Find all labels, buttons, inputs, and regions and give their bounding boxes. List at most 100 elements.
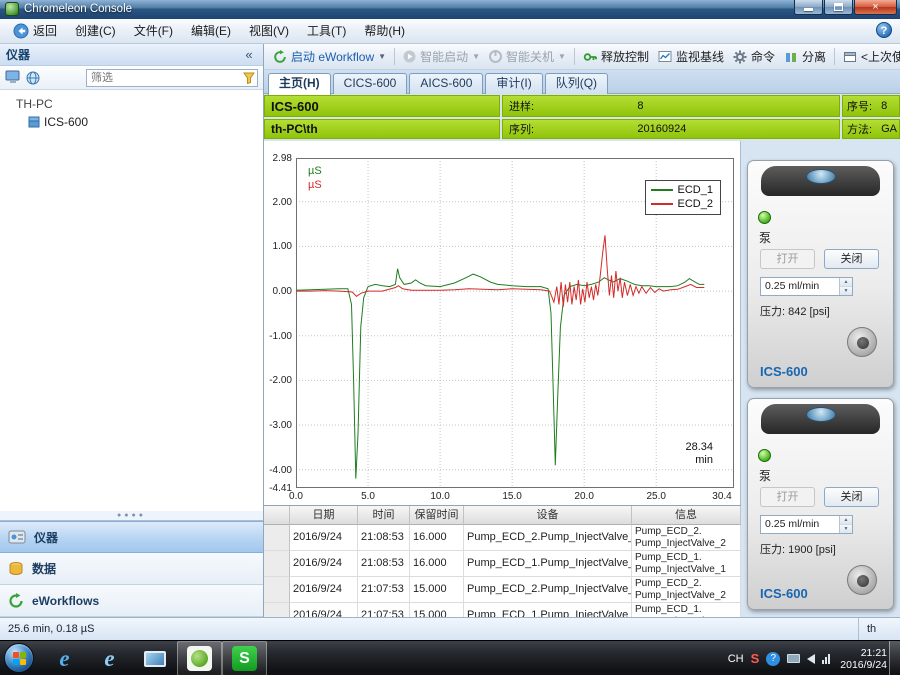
taskbar-s-app-icon[interactable]: S xyxy=(222,641,267,675)
method-cell: 方法: GA xyxy=(842,119,900,139)
column-header[interactable] xyxy=(264,506,290,525)
sidebar-splitter[interactable]: ●●●● xyxy=(0,511,263,520)
device-model-link[interactable]: ICS-600 xyxy=(760,364,808,379)
smart-shutdown-button[interactable]: 智能关机▼ xyxy=(485,46,570,67)
column-header[interactable]: 信息 xyxy=(632,506,741,525)
menu-file[interactable]: 文件(F) xyxy=(125,21,182,42)
column-header[interactable]: 设备 xyxy=(464,506,632,525)
menu-create[interactable]: 创建(C) xyxy=(66,21,125,42)
tab-queue[interactable]: 队列(Q) xyxy=(545,73,608,94)
sidebar-nav: 仪器 数据 eWorkflows xyxy=(0,520,263,617)
taskbar-window-icon[interactable] xyxy=(132,641,177,675)
table-cell: 2016/9/24 xyxy=(290,551,358,577)
tree-node-instrument[interactable]: ICS-600 xyxy=(0,113,263,131)
taskbar-clock[interactable]: 21:21 2016/9/24 xyxy=(840,647,887,671)
column-header[interactable]: 时间 xyxy=(358,506,410,525)
tray-help-icon[interactable]: ? xyxy=(766,652,780,666)
chromatogram-plot[interactable]: ECD_1 ECD_2 xyxy=(296,158,734,488)
taskbar-ie-icon[interactable]: e xyxy=(42,641,87,675)
taskbar-browser-icon[interactable]: e xyxy=(87,641,132,675)
command-button[interactable]: 命令 xyxy=(729,46,779,67)
close-button[interactable]: × xyxy=(854,0,897,15)
globe-icon[interactable] xyxy=(26,71,40,85)
tree-root-label: TH-PC xyxy=(16,97,53,111)
table-row[interactable]: 2016/9/2421:08:5316.000Pump_ECD_1.Pump_I… xyxy=(264,551,741,577)
tray-monitor-icon[interactable] xyxy=(787,654,800,663)
filter-box xyxy=(86,69,258,87)
tray-volume-icon[interactable] xyxy=(807,654,815,664)
maximize-button[interactable] xyxy=(824,0,853,15)
minimize-button[interactable] xyxy=(794,0,823,15)
last-used-button[interactable]: <上次使用>▼ xyxy=(839,46,900,67)
windows-taskbar: e e S CH S ? 21:21 2016/9/24 xyxy=(0,640,900,675)
taskbar-chromeleon-icon[interactable] xyxy=(177,641,222,675)
column-header[interactable]: 日期 xyxy=(290,506,358,525)
show-desktop-button[interactable] xyxy=(889,641,900,675)
y-tick-label: 1.00 xyxy=(264,241,292,252)
menu-tools[interactable]: 工具(T) xyxy=(298,21,355,42)
instrument-cube-icon xyxy=(28,116,40,128)
help-icon[interactable]: ? xyxy=(876,22,892,38)
table-cell: 16.000 xyxy=(410,525,464,551)
flow-rate-stepper[interactable]: 0.25 ml/min ▲▼ xyxy=(760,515,853,534)
language-indicator[interactable]: CH xyxy=(728,653,744,665)
eworkflow-icon xyxy=(273,50,287,64)
chevron-down-icon: ▼ xyxy=(558,52,566,61)
pump-on-button[interactable]: 打开 xyxy=(760,249,815,269)
menu-view[interactable]: 视图(V) xyxy=(240,21,298,42)
table-row[interactable]: 2016/9/2421:07:5315.000Pump_ECD_2.Pump_I… xyxy=(264,577,741,603)
tab-cics600[interactable]: CICS-600 xyxy=(333,73,408,94)
back-arrow-icon xyxy=(13,23,29,39)
y-tick-label: -3.00 xyxy=(264,420,292,431)
table-row[interactable]: 2016/9/2421:07:5315.000Pump_ECD_1.Pump_I… xyxy=(264,603,741,617)
flow-rate-value: 0.25 ml/min xyxy=(761,516,839,533)
table-body: 2016/9/2421:08:5316.000Pump_ECD_2.Pump_I… xyxy=(264,525,741,617)
sidebar-item-instruments[interactable]: 仪器 xyxy=(0,521,263,553)
pump-on-button[interactable]: 打开 xyxy=(760,487,815,507)
menu-back[interactable]: 返回 xyxy=(4,21,66,42)
table-row[interactable]: 2016/9/2421:08:5316.000Pump_ECD_2.Pump_I… xyxy=(264,525,741,551)
monitor-baseline-button[interactable]: 监视基线 xyxy=(654,46,728,67)
monitor-view-icon[interactable] xyxy=(5,70,21,85)
filter-input[interactable] xyxy=(87,70,243,85)
instrument-info-bar: ICS-600 进样: 8 序号: 8 th-PC\th 序列: 2016092… xyxy=(264,95,900,141)
x-tick-label: 20.0 xyxy=(567,491,601,502)
pump-off-button[interactable]: 关闭 xyxy=(824,249,879,269)
sidebar-header: 仪器 « xyxy=(0,44,263,66)
start-button[interactable] xyxy=(4,643,34,673)
tab-audit[interactable]: 审计(I) xyxy=(485,73,542,94)
partition-button[interactable]: 分离 xyxy=(780,46,830,67)
tray-network-icon[interactable] xyxy=(822,653,830,664)
baseline-chart-icon xyxy=(658,50,672,63)
table-header: 日期时间保留时间设备信息 xyxy=(264,506,741,525)
device-model-link[interactable]: ICS-600 xyxy=(760,586,808,601)
start-eworkflow-button[interactable]: 启动 eWorkflow▼ xyxy=(269,46,390,67)
tab-home[interactable]: 主页(H) xyxy=(268,73,331,95)
collapse-icon[interactable]: « xyxy=(241,47,257,62)
table-cell: Pump_ECD_1.Pump_InjectValve_1 xyxy=(464,603,632,617)
menu-edit[interactable]: 编辑(E) xyxy=(182,21,240,42)
table-cell: 2016/9/24 xyxy=(290,577,358,603)
pressure-readout: 压力: 1900 [psi] xyxy=(760,541,836,557)
separator xyxy=(574,48,575,65)
tree-node-root[interactable]: TH-PC xyxy=(0,95,263,113)
stepper-arrows[interactable]: ▲▼ xyxy=(839,278,852,295)
flow-rate-stepper[interactable]: 0.25 ml/min ▲▼ xyxy=(760,277,853,296)
pump-graphic xyxy=(761,166,880,196)
column-header[interactable]: 保留时间 xyxy=(410,506,464,525)
tray-s-icon[interactable]: S xyxy=(751,651,760,666)
table-cell: Pump_ECD_1. Pump_InjectValve_1 xyxy=(632,603,741,617)
instrument-sidebar: 仪器 « TH-PC xyxy=(0,44,264,617)
funnel-icon[interactable] xyxy=(243,72,257,84)
stepper-arrows[interactable]: ▲▼ xyxy=(839,516,852,533)
sidebar-item-data[interactable]: 数据 xyxy=(0,553,263,585)
menu-help[interactable]: 帮助(H) xyxy=(355,21,414,42)
y-tick-label: 2.98 xyxy=(264,153,292,164)
tab-aics600[interactable]: AICS-600 xyxy=(409,73,483,94)
sidebar-item-eworkflows[interactable]: eWorkflows xyxy=(0,585,263,617)
pump-graphic xyxy=(761,404,880,434)
release-control-button[interactable]: 释放控制 xyxy=(579,46,653,67)
menu-back-label: 返回 xyxy=(33,21,57,42)
pump-off-button[interactable]: 关闭 xyxy=(824,487,879,507)
smart-startup-button[interactable]: 智能启动▼ xyxy=(399,46,484,67)
